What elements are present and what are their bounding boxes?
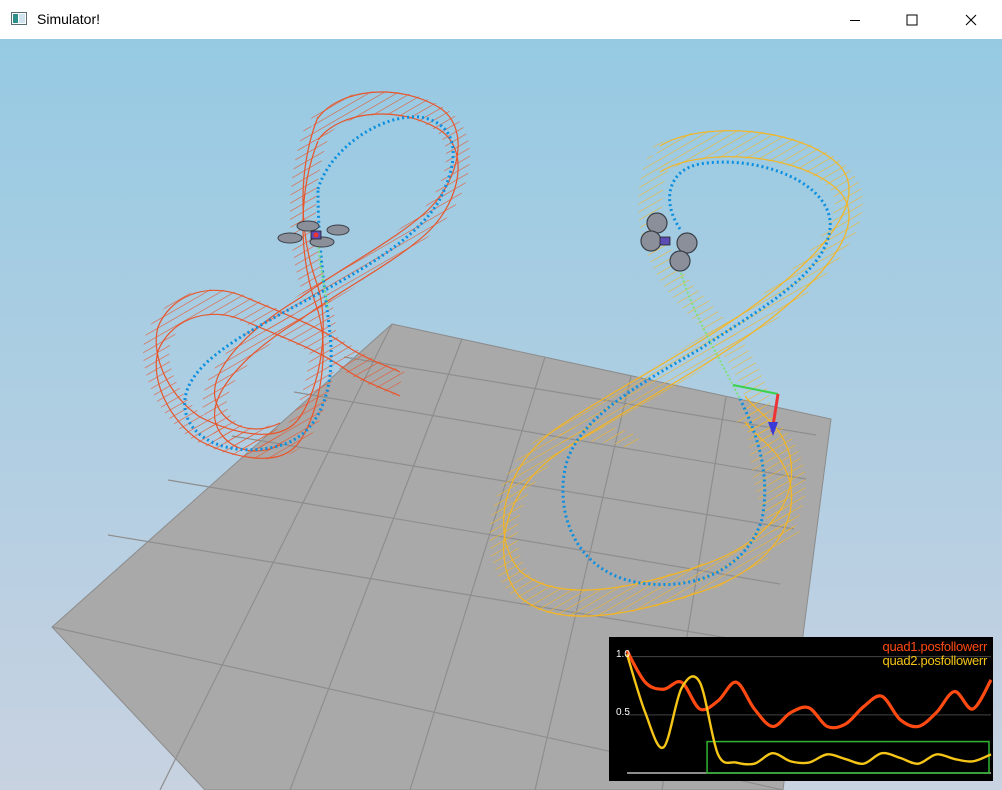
maximize-icon xyxy=(906,14,918,25)
y-tick-label: 1.0 xyxy=(616,649,630,660)
legend-quad2: quad2.posfollowerr xyxy=(882,653,988,668)
close-icon xyxy=(965,14,977,25)
y-tick-label: 0.5 xyxy=(616,707,630,718)
error-plot: 1.0 0.5 quad1.posfollowerr quad2.posfoll… xyxy=(609,637,993,781)
legend-quad1: quad1.posfollowerr xyxy=(882,639,988,654)
minimize-icon xyxy=(850,19,860,21)
close-button[interactable] xyxy=(942,0,1000,39)
3d-viewport[interactable]: 1.0 0.5 quad1.posfollowerr quad2.posfoll… xyxy=(0,39,1002,790)
app-icon xyxy=(11,12,27,25)
simulator-window: Simulator! 1.0 0.5 quad1.posfollowerr qu… xyxy=(0,0,1002,790)
minimize-button[interactable] xyxy=(826,0,884,39)
window-title: Simulator! xyxy=(37,11,101,27)
plot-legend: quad1.posfollowerr quad2.posfollowerr xyxy=(882,639,988,668)
title-bar[interactable]: Simulator! xyxy=(0,0,1002,40)
maximize-button[interactable] xyxy=(883,0,941,39)
